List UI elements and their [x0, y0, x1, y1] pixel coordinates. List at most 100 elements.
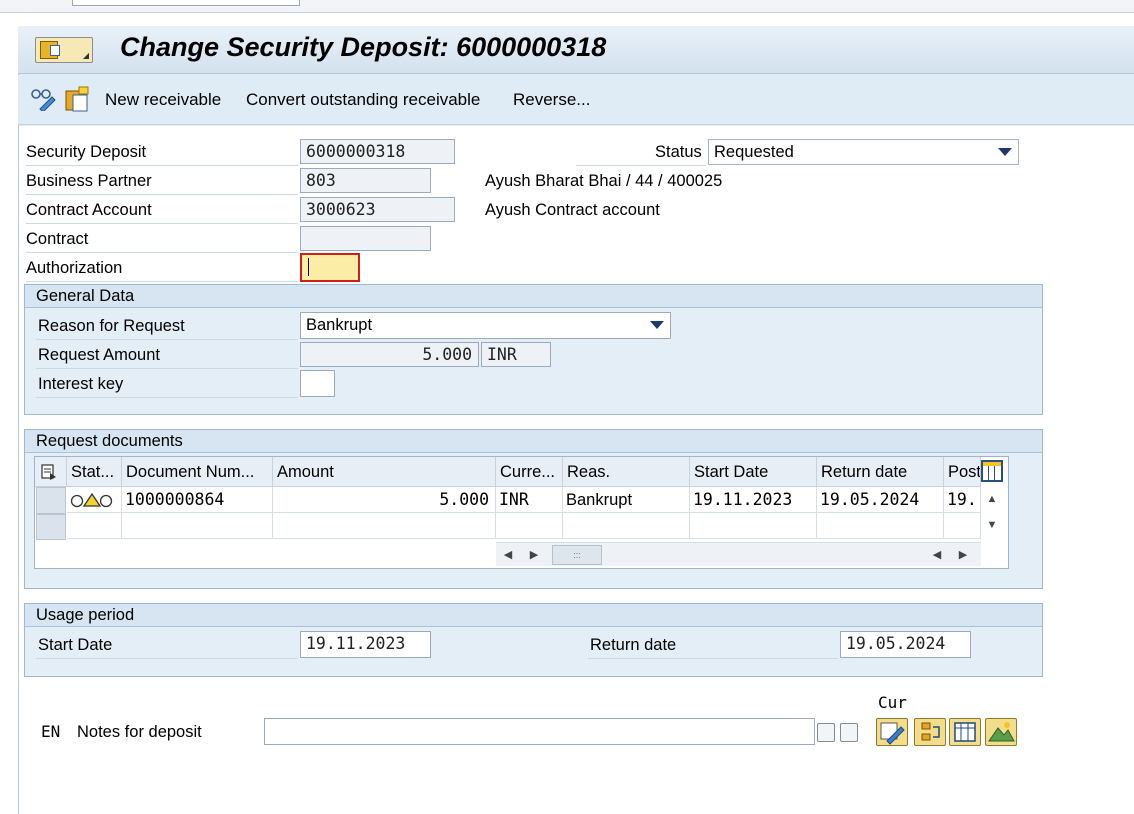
request-amount-field[interactable]: 5.000 — [300, 342, 479, 367]
reason-label: Reason for Request — [38, 317, 185, 335]
divider — [26, 252, 298, 253]
divider — [26, 194, 298, 195]
display-change-icon[interactable] — [30, 87, 56, 111]
scroll-down-icon[interactable]: ▼ — [982, 514, 1002, 536]
column-layout-icon[interactable] — [981, 460, 1003, 482]
traffic-light-icon — [70, 492, 113, 508]
amount-cell: 5.000 — [273, 487, 496, 513]
start-date-label: Start Date — [38, 636, 113, 654]
scroll-thumb[interactable]: ::: — [552, 545, 602, 565]
scroll-right-icon[interactable]: ▶ — [953, 544, 973, 566]
empty-cell — [563, 513, 690, 539]
checkbox[interactable] — [817, 723, 835, 742]
menu-button[interactable]: ◢ — [35, 37, 93, 63]
divider — [36, 658, 298, 659]
table-settings-icon[interactable] — [35, 457, 67, 487]
cur-label: Cur — [878, 693, 907, 712]
column-header-amount[interactable]: Amount — [273, 457, 496, 487]
divider — [36, 368, 298, 369]
page-title: Change Security Deposit: 6000000318 — [120, 32, 607, 62]
scroll-up-icon[interactable]: ▲ — [982, 488, 1002, 510]
post-cell: 19. — [944, 487, 981, 513]
graphic-icon[interactable] — [985, 718, 1017, 746]
notes-label: Notes for deposit — [77, 723, 202, 741]
authorization-field[interactable] — [300, 253, 360, 282]
return-date-label: Return date — [590, 636, 677, 654]
column-header-start-date[interactable]: Start Date — [690, 457, 817, 487]
empty-cell — [817, 513, 944, 539]
command-field[interactable] — [72, 0, 300, 6]
reverse-button[interactable]: Reverse... — [513, 90, 590, 110]
status-value: Requested — [714, 143, 794, 161]
column-header-post[interactable]: Post — [944, 457, 981, 487]
status-select[interactable]: Requested — [708, 139, 1019, 165]
return-date-field[interactable]: 19.05.2024 — [840, 631, 971, 658]
business-partner-label: Business Partner — [26, 172, 152, 190]
new-document-icon[interactable] — [64, 86, 90, 112]
empty-cell — [122, 513, 273, 539]
request-documents-title: Request documents — [36, 432, 183, 450]
start-date-field[interactable]: 19.11.2023 — [300, 631, 431, 658]
general-data-title: General Data — [36, 287, 135, 305]
security-deposit-label: Security Deposit — [26, 143, 147, 161]
column-header-return-date[interactable]: Return date — [817, 457, 944, 487]
scroll-right-icon[interactable]: ▶ — [524, 544, 544, 566]
currency-field[interactable]: INR — [481, 342, 551, 367]
contract-label: Contract — [26, 230, 89, 248]
group-header — [25, 285, 1042, 308]
status-label: Status — [655, 143, 702, 161]
currency-cell: INR — [496, 487, 563, 513]
reason-value: Bankrupt — [306, 316, 373, 334]
start-date-cell: 19.11.2023 — [690, 487, 817, 513]
row-selector[interactable] — [36, 514, 66, 540]
chevron-down-icon — [998, 148, 1012, 156]
interest-key-label: Interest key — [38, 375, 124, 393]
empty-cell — [67, 513, 122, 539]
empty-cell — [944, 513, 981, 539]
system-toolbar — [0, 0, 1134, 13]
business-partner-description: Ayush Bharat Bhai / 44 / 400025 — [485, 172, 723, 190]
column-header-currency[interactable]: Curre... — [496, 457, 563, 487]
authorization-label: Authorization — [26, 259, 123, 277]
security-deposit-field[interactable]: 6000000318 — [300, 139, 455, 164]
empty-cell — [496, 513, 563, 539]
contract-account-field[interactable]: 3000623 — [300, 197, 455, 222]
reason-select[interactable]: Bankrupt — [300, 312, 671, 339]
column-header-document-number[interactable]: Document Num... — [122, 457, 273, 487]
contract-account-label: Contract Account — [26, 201, 152, 219]
edit-text-icon[interactable] — [876, 718, 908, 746]
row-selector[interactable] — [36, 487, 66, 514]
business-partner-field[interactable]: 803 — [300, 168, 431, 193]
empty-cell — [690, 513, 817, 539]
request-amount-label: Request Amount — [38, 346, 160, 364]
language-label: EN — [41, 722, 61, 741]
usage-period-title: Usage period — [36, 606, 135, 624]
divider — [26, 223, 298, 224]
contract-field[interactable] — [300, 226, 431, 251]
divider — [576, 165, 706, 166]
interest-key-field[interactable] — [300, 370, 335, 397]
table-view-icon[interactable] — [949, 718, 981, 746]
checkbox[interactable] — [840, 723, 858, 742]
contract-account-description: Ayush Contract account — [485, 201, 660, 219]
convert-outstanding-button[interactable]: Convert outstanding receivable — [246, 90, 480, 110]
empty-cell — [273, 513, 496, 539]
column-header-status[interactable]: Stat... — [67, 457, 122, 487]
status-cell — [67, 487, 122, 513]
request-documents-table: Stat... Document Num... Amount Curre... … — [34, 456, 1009, 569]
group-header — [25, 604, 1042, 627]
divider — [36, 397, 298, 398]
document-icon — [50, 45, 60, 56]
notes-input[interactable] — [264, 718, 815, 745]
scroll-left-icon[interactable]: ◀ — [927, 544, 947, 566]
transfer-icon[interactable] — [914, 718, 946, 746]
document-number-cell[interactable]: 1000000864 — [122, 487, 273, 513]
dropdown-triangle-icon: ◢ — [82, 51, 89, 60]
new-receivable-button[interactable]: New receivable — [105, 90, 221, 110]
horizontal-scrollbar[interactable]: ◀ ▶ ::: ◀ ▶ — [496, 542, 981, 566]
column-header-reason[interactable]: Reas. — [563, 457, 690, 487]
divider — [26, 165, 298, 166]
scroll-left-icon[interactable]: ◀ — [498, 544, 518, 566]
divider — [588, 658, 838, 659]
chevron-down-icon — [650, 321, 664, 329]
